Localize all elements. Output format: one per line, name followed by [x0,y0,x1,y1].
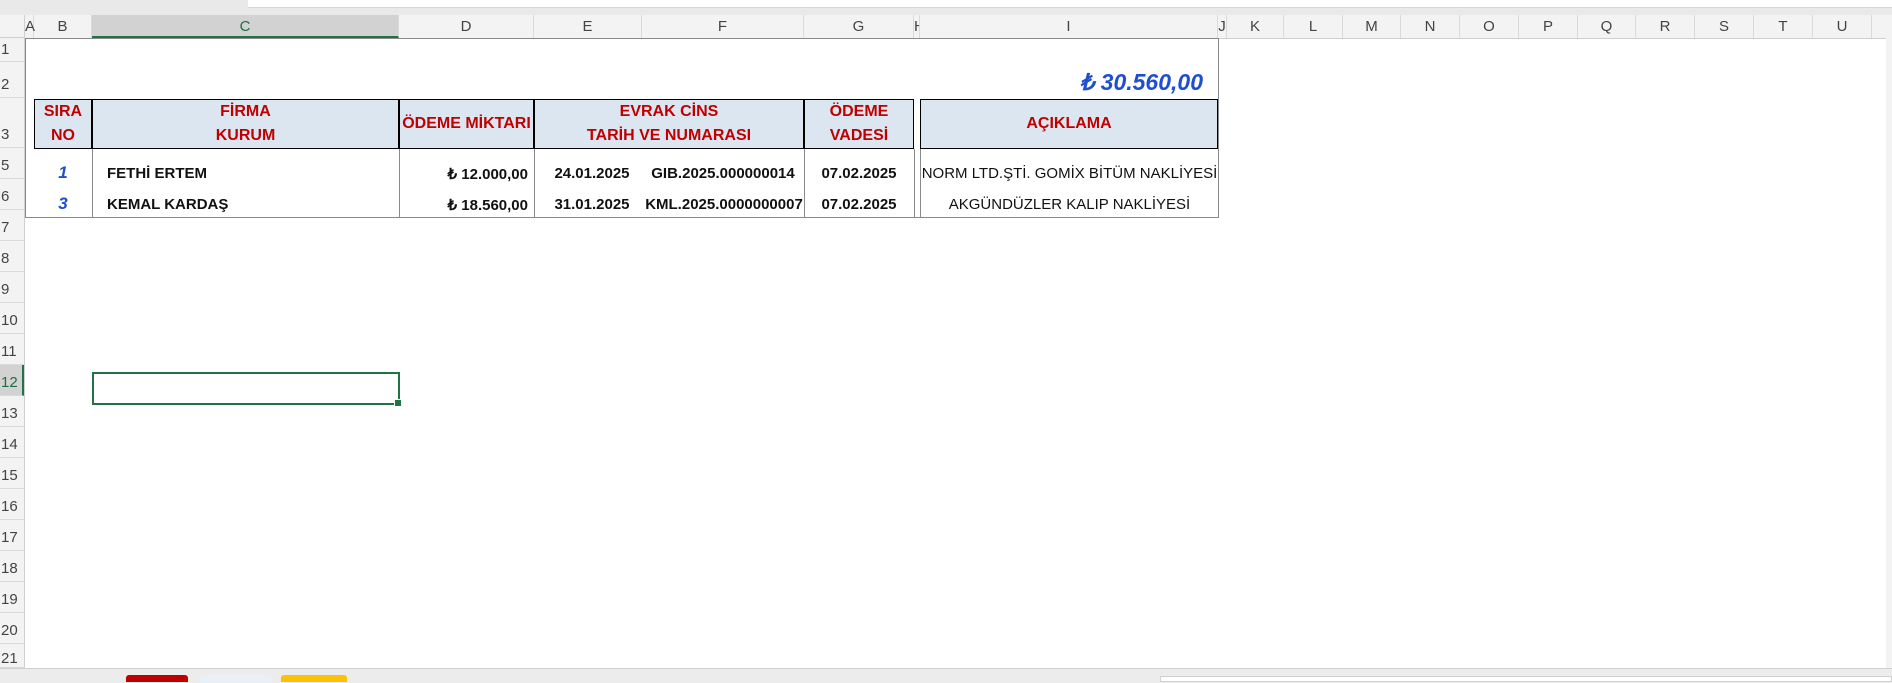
column-header-q[interactable]: Q [1578,15,1636,38]
column-header-g[interactable]: G [804,15,914,38]
active-cell-c12[interactable] [92,372,402,407]
row-header-16[interactable]: 16 [0,489,24,520]
column-header-u[interactable]: U [1813,15,1872,38]
column-header-f[interactable]: F [642,15,804,38]
row-header-2[interactable]: 2 [0,62,24,98]
row-header-10[interactable]: 10 [0,303,24,334]
column-header-j[interactable]: J [1218,15,1227,38]
column-header-l[interactable]: L [1284,15,1343,38]
sheet-tab-active[interactable] [200,675,272,682]
row-header-9[interactable]: 9 [0,272,24,303]
column-header-s[interactable]: S [1695,15,1754,38]
grid-line [914,149,915,218]
record-2-aciklama[interactable]: AKGÜNDÜZLER KALIP NAKLİYESİ [921,196,1218,218]
column-header-p[interactable]: P [1519,15,1578,38]
record-2-no[interactable]: 3 [34,194,92,218]
column-header-b[interactable]: B [34,15,92,38]
select-all-corner[interactable] [0,15,25,38]
row-header-13[interactable]: 13 [0,396,24,427]
column-header-o[interactable]: O [1460,15,1519,38]
record-2-tarih[interactable]: 31.01.2025 [540,196,644,218]
header-evrak-cins[interactable]: EVRAK CİNS TARİH VE NUMARASI [534,99,804,149]
header-sira-no[interactable]: SIRA NO [34,99,92,149]
column-header-bar: A B C D E F G H I J K L M N O P Q R S T … [0,15,1892,39]
row-header-8[interactable]: 8 [0,241,24,272]
row-header-21[interactable]: 21 [0,644,24,668]
row-header-12[interactable]: 12 [0,365,24,396]
vertical-scrollbar[interactable] [1886,38,1892,668]
row-header-15[interactable]: 15 [0,458,24,489]
column-header-e[interactable]: E [534,15,642,38]
row-header-17[interactable]: 17 [0,520,24,551]
record-1-vade[interactable]: 07.02.2025 [804,165,914,187]
row-header-6[interactable]: 6 [0,179,24,210]
total-amount[interactable]: ₺ 30.560,00 [925,62,1203,98]
column-header-t[interactable]: T [1754,15,1813,38]
row-header-1[interactable]: 1 [0,38,24,62]
row-header-20[interactable]: 20 [0,613,24,644]
record-2-firma[interactable]: KEMAL KARDAŞ [107,196,397,218]
column-header-a[interactable]: A [25,15,35,38]
record-1-miktar[interactable]: ₺ 12.000,00 [401,165,528,187]
column-header-d[interactable]: D [399,15,534,38]
column-header-n[interactable]: N [1401,15,1460,38]
record-1-aciklama[interactable]: NORM LTD.ŞTİ. GOMİX BİTÜM NAKLİYESİ [921,165,1218,187]
sheet-tab-red[interactable] [126,675,188,682]
header-odeme-miktari[interactable]: ÖDEME MİKTARI [399,99,534,149]
row-header-5[interactable]: 5 [0,148,24,179]
horizontal-scrollbar[interactable] [1160,676,1892,682]
record-2-miktar[interactable]: ₺ 18.560,00 [401,196,528,218]
row-header-7[interactable]: 7 [0,210,24,241]
header-odeme-vadesi[interactable]: ÖDEME VADESİ [804,99,914,149]
grid-line [399,149,400,218]
fill-handle[interactable] [394,399,402,407]
column-header-c[interactable]: C [92,15,399,38]
formula-bar[interactable] [248,0,1892,8]
formula-bar-area [0,0,1892,15]
record-1-firma[interactable]: FETHİ ERTEM [107,165,397,187]
column-header-k[interactable]: K [1227,15,1284,38]
row-header-19[interactable]: 19 [0,582,24,613]
record-1-tarih[interactable]: 24.01.2025 [540,165,644,187]
row-header-11[interactable]: 11 [0,334,24,365]
column-header-i[interactable]: I [920,15,1218,38]
sheet-tab-yellow[interactable] [281,675,347,682]
row-header-18[interactable]: 18 [0,551,24,582]
column-header-m[interactable]: M [1343,15,1401,38]
row-header-3[interactable]: 3 [0,98,24,148]
header-firma-kurum[interactable]: FİRMA KURUM [92,99,399,149]
record-1-no[interactable]: 1 [34,163,92,187]
record-1-evrak-no[interactable]: GIB.2025.000000014 [642,165,804,187]
row-header-14[interactable]: 14 [0,427,24,458]
row-header-bar: 1 2 3 5 6 7 8 9 10 11 12 13 14 15 16 17 … [0,38,25,668]
grid-line [534,149,535,218]
record-2-vade[interactable]: 07.02.2025 [804,196,914,218]
column-header-r[interactable]: R [1636,15,1695,38]
header-aciklama[interactable]: AÇIKLAMA [920,99,1218,149]
worksheet-grid[interactable]: ₺ 30.560,00 SIRA NO FİRMA KURUM ÖDEME Mİ… [25,38,1892,668]
record-2-evrak-no[interactable]: KML.2025.0000000007 [644,196,804,218]
grid-line [92,149,93,218]
